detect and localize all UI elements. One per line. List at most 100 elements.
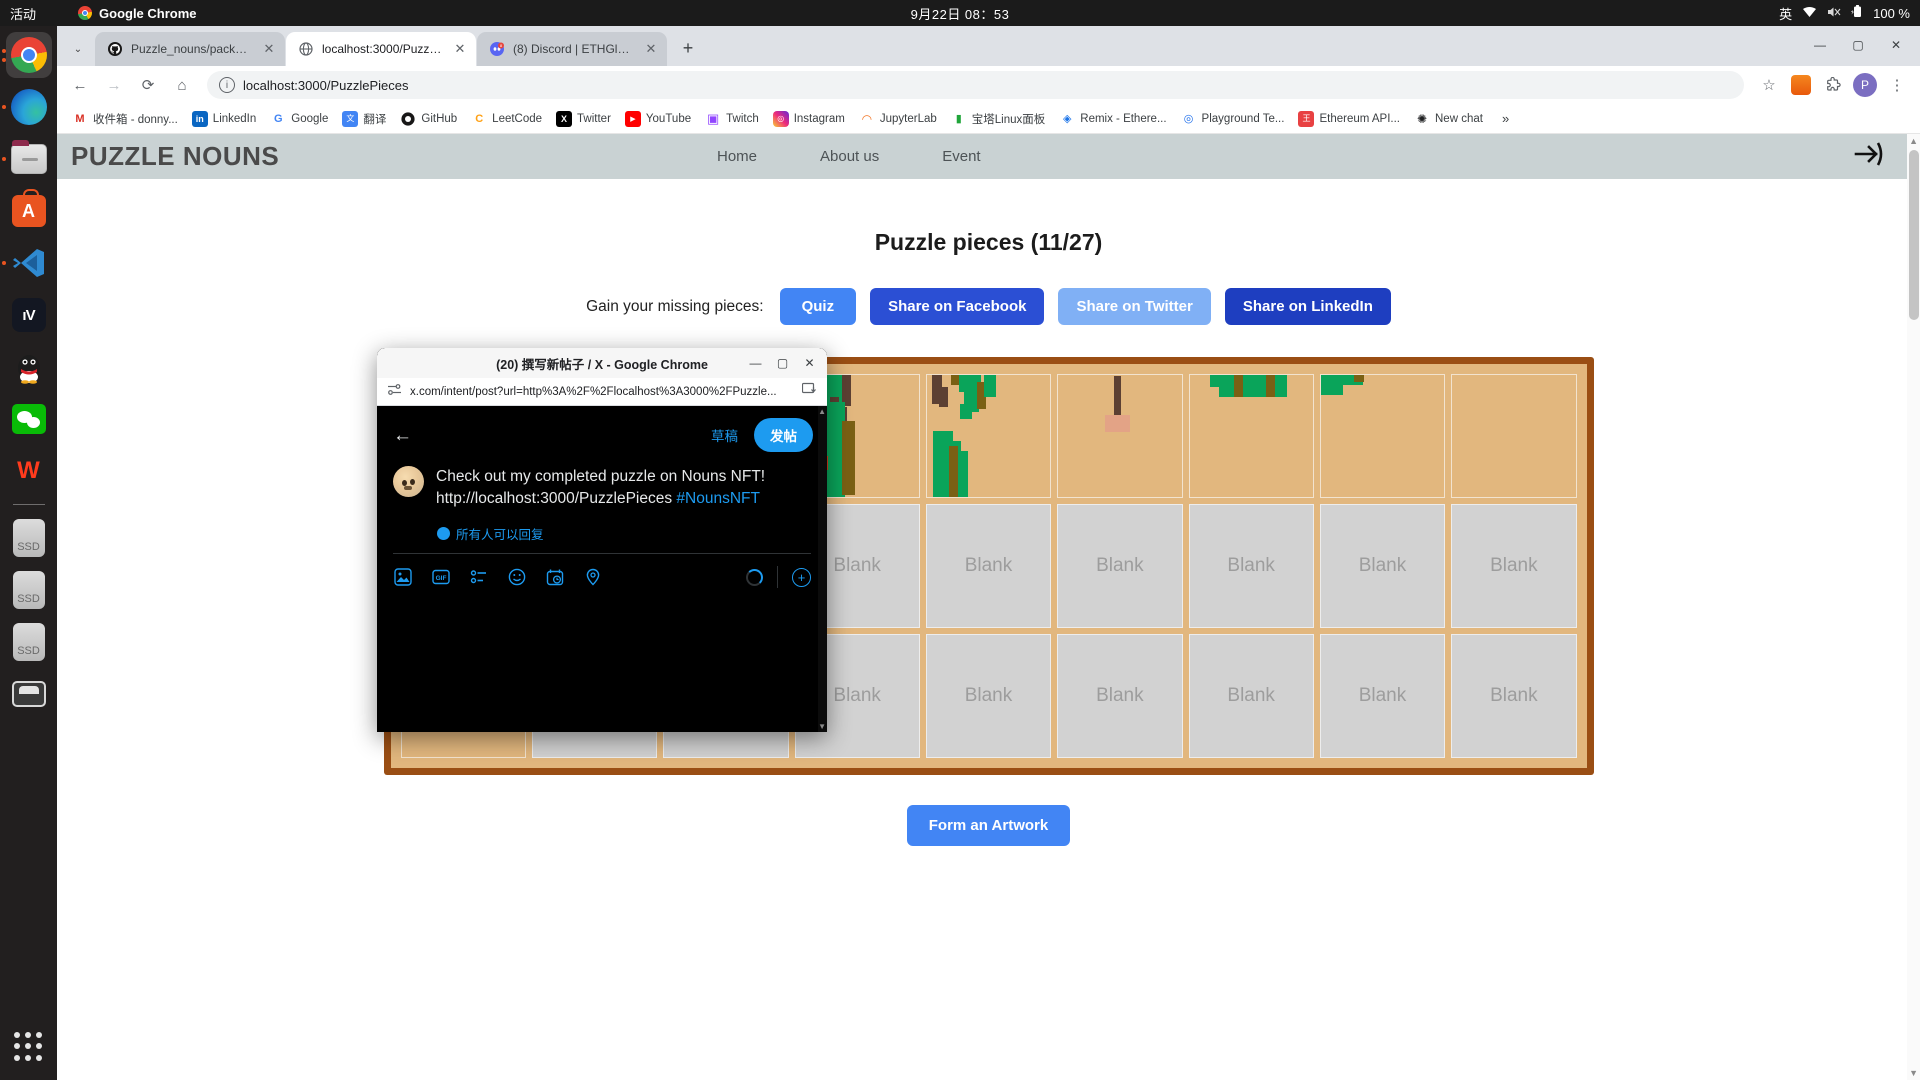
bookmark-item[interactable]: M 收件箱 - donny... (65, 108, 185, 130)
puzzle-cell-blank[interactable]: Blank (1188, 504, 1314, 628)
puzzle-cell-blank[interactable]: Blank (1188, 634, 1314, 758)
form-artwork-button[interactable]: Form an Artwork (906, 805, 1071, 846)
focused-app-indicator[interactable]: Google Chrome (78, 6, 197, 21)
scroll-up-icon[interactable]: ▲ (818, 407, 826, 416)
x-minimize-button[interactable]: — (742, 348, 769, 378)
scroll-down-icon[interactable]: ▼ (1909, 1068, 1918, 1078)
bookmark-item[interactable]: ✺ New chat (1407, 108, 1490, 130)
dock-item-tradingview[interactable]: ıV (6, 292, 52, 338)
back-button[interactable]: ← (65, 70, 95, 100)
close-icon[interactable]: ✕ (261, 41, 277, 57)
add-post-icon[interactable]: + (792, 567, 811, 587)
login-icon[interactable] (1854, 139, 1886, 175)
x-address-bar[interactable]: x.com/intent/post?url=http%3A%2F%2Flocal… (377, 378, 827, 406)
x-window-titlebar[interactable]: (20) 撰写新帖子 / X - Google Chrome — ▢ ✕ (377, 348, 827, 378)
metamask-icon[interactable] (1786, 70, 1816, 100)
bookmark-item[interactable]: 文翻译 (335, 108, 393, 130)
x-popup-scrollbar[interactable]: ▲ ▼ (818, 406, 827, 732)
nav-link-about-us[interactable]: About us (820, 148, 879, 165)
scroll-up-icon[interactable]: ▲ (1909, 136, 1918, 146)
puzzle-cell[interactable] (1319, 374, 1446, 498)
dock-item-wps-office[interactable]: W (6, 448, 52, 494)
gif-icon[interactable]: GIF (431, 568, 450, 587)
site-settings-icon[interactable] (387, 382, 402, 402)
image-icon[interactable] (393, 568, 412, 587)
puzzle-cell[interactable] (1188, 374, 1314, 498)
bookmark-item[interactable]: ◈ Remix - Ethere... (1052, 108, 1173, 130)
site-info-icon[interactable]: i (219, 77, 235, 93)
minimize-button[interactable]: — (1802, 30, 1838, 60)
maximize-button[interactable]: ▢ (1840, 30, 1876, 60)
puzzle-cell-blank[interactable]: Blank (1319, 634, 1446, 758)
tab-localhost-puzzlepieces[interactable]: localhost:3000/PuzzlePi ✕ (286, 32, 476, 66)
bookmark-item[interactable]: ◎ Playground Te... (1174, 108, 1292, 130)
dock-item-ssd-1[interactable]: SSD (6, 515, 52, 561)
x-close-button[interactable]: ✕ (796, 348, 823, 378)
post-button[interactable]: 发帖 (754, 418, 813, 452)
show-applications-button[interactable] (13, 1032, 44, 1062)
puzzle-cell-blank[interactable]: Blank (925, 504, 1052, 628)
puzzle-cell[interactable] (1451, 374, 1577, 498)
reload-button[interactable]: ⟳ (133, 70, 163, 100)
site-brand[interactable]: PUZZLE NOUNS (71, 141, 279, 172)
page-scrollbar[interactable]: ▲ ▼ (1907, 134, 1920, 1080)
address-bar[interactable]: i localhost:3000/PuzzlePieces (207, 71, 1744, 99)
bookmark-item[interactable]: ◎ Instagram (766, 108, 852, 130)
bookmark-star-icon[interactable]: ☆ (1754, 70, 1784, 100)
dock-item-vs-code[interactable] (1, 240, 52, 286)
input-method-indicator[interactable]: 英 (1779, 4, 1792, 23)
bookmark-item[interactable]: C LeetCode (464, 108, 549, 130)
clock[interactable]: 9月22日 08：53 (911, 4, 1010, 23)
bookmark-item[interactable]: ◠ JupyterLab (852, 108, 944, 130)
bookmark-item[interactable]: X Twitter (549, 108, 618, 130)
profile-avatar[interactable]: P (1850, 70, 1880, 100)
activities-button[interactable]: 活动 (10, 4, 36, 23)
forward-button[interactable]: → (99, 70, 129, 100)
bookmarks-overflow-button[interactable]: » (1496, 109, 1515, 128)
location-icon[interactable] (583, 568, 602, 587)
puzzle-cell-blank[interactable]: Blank (1057, 634, 1183, 758)
share-facebook-button[interactable]: Share on Facebook (870, 288, 1045, 325)
puzzle-cell-blank[interactable]: Blank (925, 634, 1052, 758)
share-linkedin-button[interactable]: Share on LinkedIn (1224, 288, 1391, 325)
nav-link-home[interactable]: Home (717, 148, 757, 165)
system-tray[interactable]: 英 100 % (1779, 4, 1910, 23)
close-icon[interactable]: ✕ (452, 41, 468, 57)
compose-textarea[interactable]: Check out my completed puzzle on Nouns N… (436, 466, 765, 510)
tab-search-button[interactable]: ⌄ (65, 36, 91, 62)
volume-muted-icon[interactable] (1827, 6, 1841, 21)
close-icon[interactable]: ✕ (643, 41, 659, 57)
dock-item-wechat[interactable] (6, 396, 52, 442)
battery-icon[interactable] (1851, 5, 1863, 21)
dock-item-google-chrome[interactable] (1, 32, 52, 78)
bookmark-item[interactable]: ▣ Twitch (698, 108, 766, 130)
dock-item-qq[interactable] (6, 344, 52, 390)
install-app-icon[interactable] (801, 382, 817, 401)
schedule-icon[interactable] (545, 568, 564, 587)
puzzle-cell-blank[interactable]: Blank (1451, 634, 1577, 758)
bookmark-item[interactable]: G Google (263, 108, 335, 130)
emoji-icon[interactable] (507, 568, 526, 587)
wifi-icon[interactable] (1802, 6, 1817, 21)
close-button[interactable]: ✕ (1878, 30, 1914, 60)
dock-item-ssd-2[interactable]: SSD (6, 567, 52, 613)
quiz-button[interactable]: Quiz (779, 288, 857, 325)
scrollbar-thumb[interactable] (1909, 150, 1919, 320)
puzzle-cell-blank[interactable]: Blank (1319, 504, 1446, 628)
scroll-down-icon[interactable]: ▼ (818, 722, 826, 731)
tab-discord-ethglobal[interactable]: 8 (8) Discord | ETHGlobal 2 ✕ (477, 32, 667, 66)
extensions-icon[interactable] (1818, 70, 1848, 100)
bookmark-item[interactable]: ▮ 宝塔Linux面板 (944, 108, 1053, 130)
home-button[interactable]: ⌂ (167, 70, 197, 100)
puzzle-cell-blank[interactable]: Blank (1451, 504, 1577, 628)
chrome-menu-button[interactable]: ⋮ (1882, 70, 1912, 100)
draft-button[interactable]: 草稿 (711, 425, 738, 445)
puzzle-cell[interactable] (925, 374, 1052, 498)
dock-item-trash[interactable] (6, 671, 52, 717)
back-arrow-icon[interactable]: ← (393, 426, 412, 445)
dock-item-microsoft-edge[interactable] (1, 84, 52, 130)
bookmark-item[interactable]: GitHub (393, 108, 464, 130)
bookmark-item[interactable]: ▶ YouTube (618, 108, 698, 130)
puzzle-cell-blank[interactable]: Blank (1057, 504, 1183, 628)
share-twitter-button[interactable]: Share on Twitter (1058, 288, 1211, 325)
